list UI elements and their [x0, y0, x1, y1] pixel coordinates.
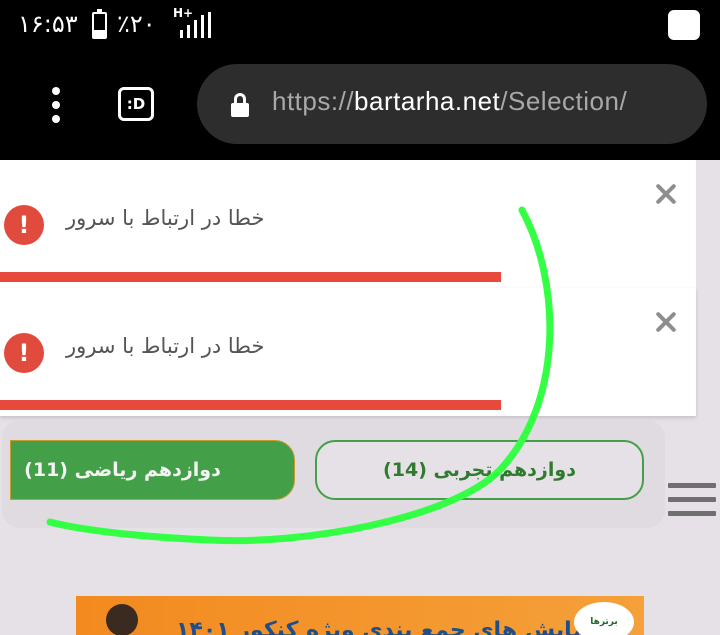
url-scheme: https://: [272, 86, 355, 116]
battery-icon: [92, 9, 107, 39]
menu-dots-icon[interactable]: [50, 87, 62, 123]
browser-toolbar: :D https://bartarha.net/Selection/: [0, 52, 720, 160]
error-toast: ! خطا در ارتباط با سرور: [0, 160, 696, 288]
close-icon[interactable]: [654, 182, 678, 206]
url-bar[interactable]: https://bartarha.net/Selection/: [197, 64, 707, 144]
url-text[interactable]: https://bartarha.net/Selection/: [272, 86, 627, 117]
battery-percent: ٪۲۰: [117, 10, 156, 38]
alert-icon: !: [4, 333, 44, 373]
tab-switch-icon[interactable]: :D: [118, 87, 154, 121]
brand-logo: برترها: [574, 602, 634, 635]
tab-grade12-math[interactable]: دوازدهم ریاضی (11): [10, 440, 295, 500]
promo-banner[interactable]: همایش های جمع بندی ویژه کنکور ۱۴۰۱ برتره…: [76, 596, 644, 635]
url-path: /Selection/: [500, 86, 628, 116]
banner-text: همایش های جمع بندی ویژه کنکور ۱۴۰۱: [176, 618, 603, 635]
notification-icon: [668, 10, 700, 40]
url-domain: bartarha.net: [354, 86, 501, 116]
alert-icon: !: [4, 205, 44, 245]
hamburger-icon[interactable]: [668, 483, 716, 517]
toast-message: خطا در ارتباط با سرور: [66, 334, 265, 358]
toast-message: خطا در ارتباط با سرور: [66, 206, 265, 230]
toast-progress-bar: [0, 272, 502, 282]
lock-icon[interactable]: [231, 93, 249, 117]
mascot-image: [106, 604, 138, 635]
tab-grade12-experimental[interactable]: دوازدهم تجربی (14): [315, 440, 644, 500]
status-bar: ۱۶:۵۳ ٪۲۰ H+: [0, 0, 720, 52]
toast-progress-bar: [0, 400, 502, 410]
error-toast: ! خطا در ارتباط با سرور: [0, 288, 696, 416]
close-icon[interactable]: [654, 310, 678, 334]
status-time: ۱۶:۵۳: [18, 10, 78, 38]
signal-icon: [174, 12, 212, 38]
